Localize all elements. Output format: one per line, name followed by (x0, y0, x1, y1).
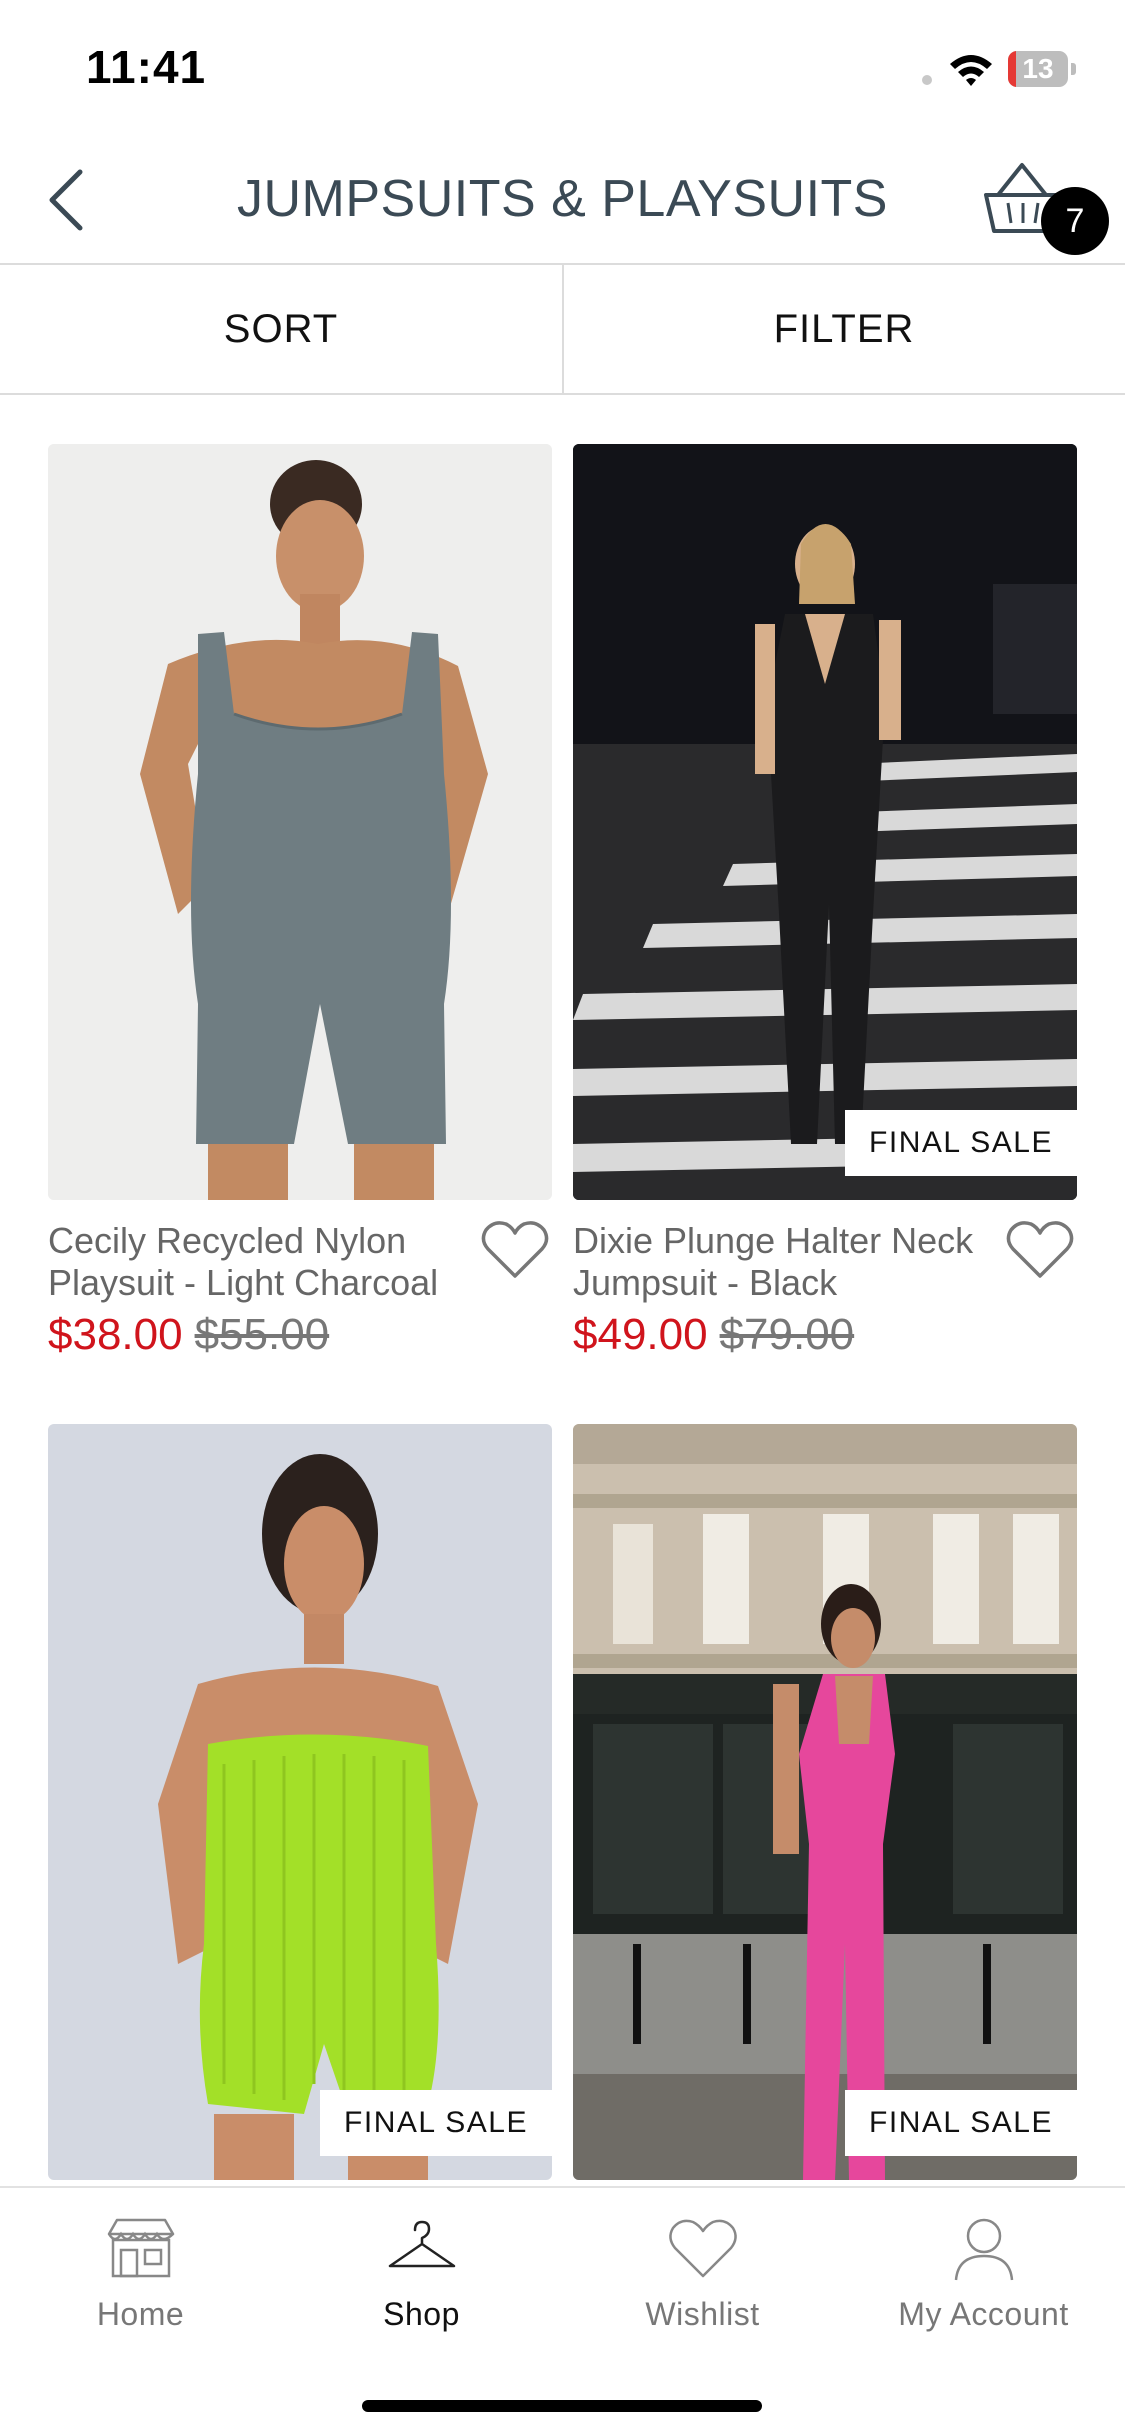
nav-header: JUMPSUITS & PLAYSUITS 7 (0, 135, 1125, 265)
final-sale-badge: FINAL SALE (845, 1110, 1077, 1176)
final-sale-badge: FINAL SALE (845, 2090, 1077, 2156)
tab-home[interactable]: Home (0, 2188, 281, 2378)
back-button[interactable] (30, 160, 110, 240)
person-icon (954, 2218, 1013, 2281)
page-title: JUMPSUITS & PLAYSUITS (236, 170, 888, 228)
battery-icon: 13 (1008, 51, 1078, 87)
tab-shop[interactable]: Shop (281, 2188, 562, 2378)
tab-label: My Account (898, 2296, 1069, 2332)
chevron-left-icon (49, 169, 83, 231)
tab-bar: Home Shop Wishlist My Account (0, 2186, 1125, 2436)
original-price: $55.00 (194, 1310, 330, 1359)
tab-wishlist[interactable]: Wishlist (562, 2188, 843, 2378)
original-price: $79.00 (719, 1310, 855, 1359)
final-sale-badge: FINAL SALE (320, 2090, 552, 2156)
product-image[interactable]: FINAL SALE (573, 444, 1077, 1200)
product-image[interactable] (48, 444, 552, 1200)
status-bar: 11:41 13 (0, 0, 1125, 135)
storefront-icon (107, 2218, 174, 2278)
home-indicator (362, 2400, 762, 2412)
sort-button[interactable]: SORT (0, 265, 562, 393)
price-row: $49.00 $79.00 (573, 1310, 854, 1360)
sale-price: $38.00 (48, 1310, 183, 1359)
heart-icon (668, 2219, 737, 2278)
sort-filter-bar: SORT FILTER (0, 265, 1125, 395)
cart-button[interactable]: 7 (980, 157, 1110, 267)
heart-icon[interactable] (480, 1218, 550, 1282)
hanger-icon (388, 2220, 455, 2268)
product-image[interactable]: FINAL SALE (48, 1424, 552, 2180)
product-image[interactable]: FINAL SALE (573, 1424, 1077, 2180)
cart-count-badge: 7 (1041, 187, 1109, 255)
sale-price: $49.00 (573, 1310, 708, 1359)
tab-label: Home (96, 2296, 185, 2332)
tab-my-account[interactable]: My Account (843, 2188, 1124, 2378)
filter-button[interactable]: FILTER (563, 265, 1125, 393)
heart-icon[interactable] (1005, 1218, 1075, 1282)
product-name[interactable]: Dixie Plunge Halter Neck Jumpsuit - Blac… (573, 1220, 993, 1304)
status-time: 11:41 (86, 41, 207, 93)
tab-label: Shop (383, 2296, 460, 2332)
product-name[interactable]: Cecily Recycled Nylon Playsuit - Light C… (48, 1220, 468, 1304)
price-row: $38.00 $55.00 (48, 1310, 329, 1360)
battery-level: 13 (1022, 53, 1054, 84)
tab-label: Wishlist (645, 2296, 760, 2332)
wifi-icon (950, 55, 992, 86)
status-dot (922, 75, 932, 85)
